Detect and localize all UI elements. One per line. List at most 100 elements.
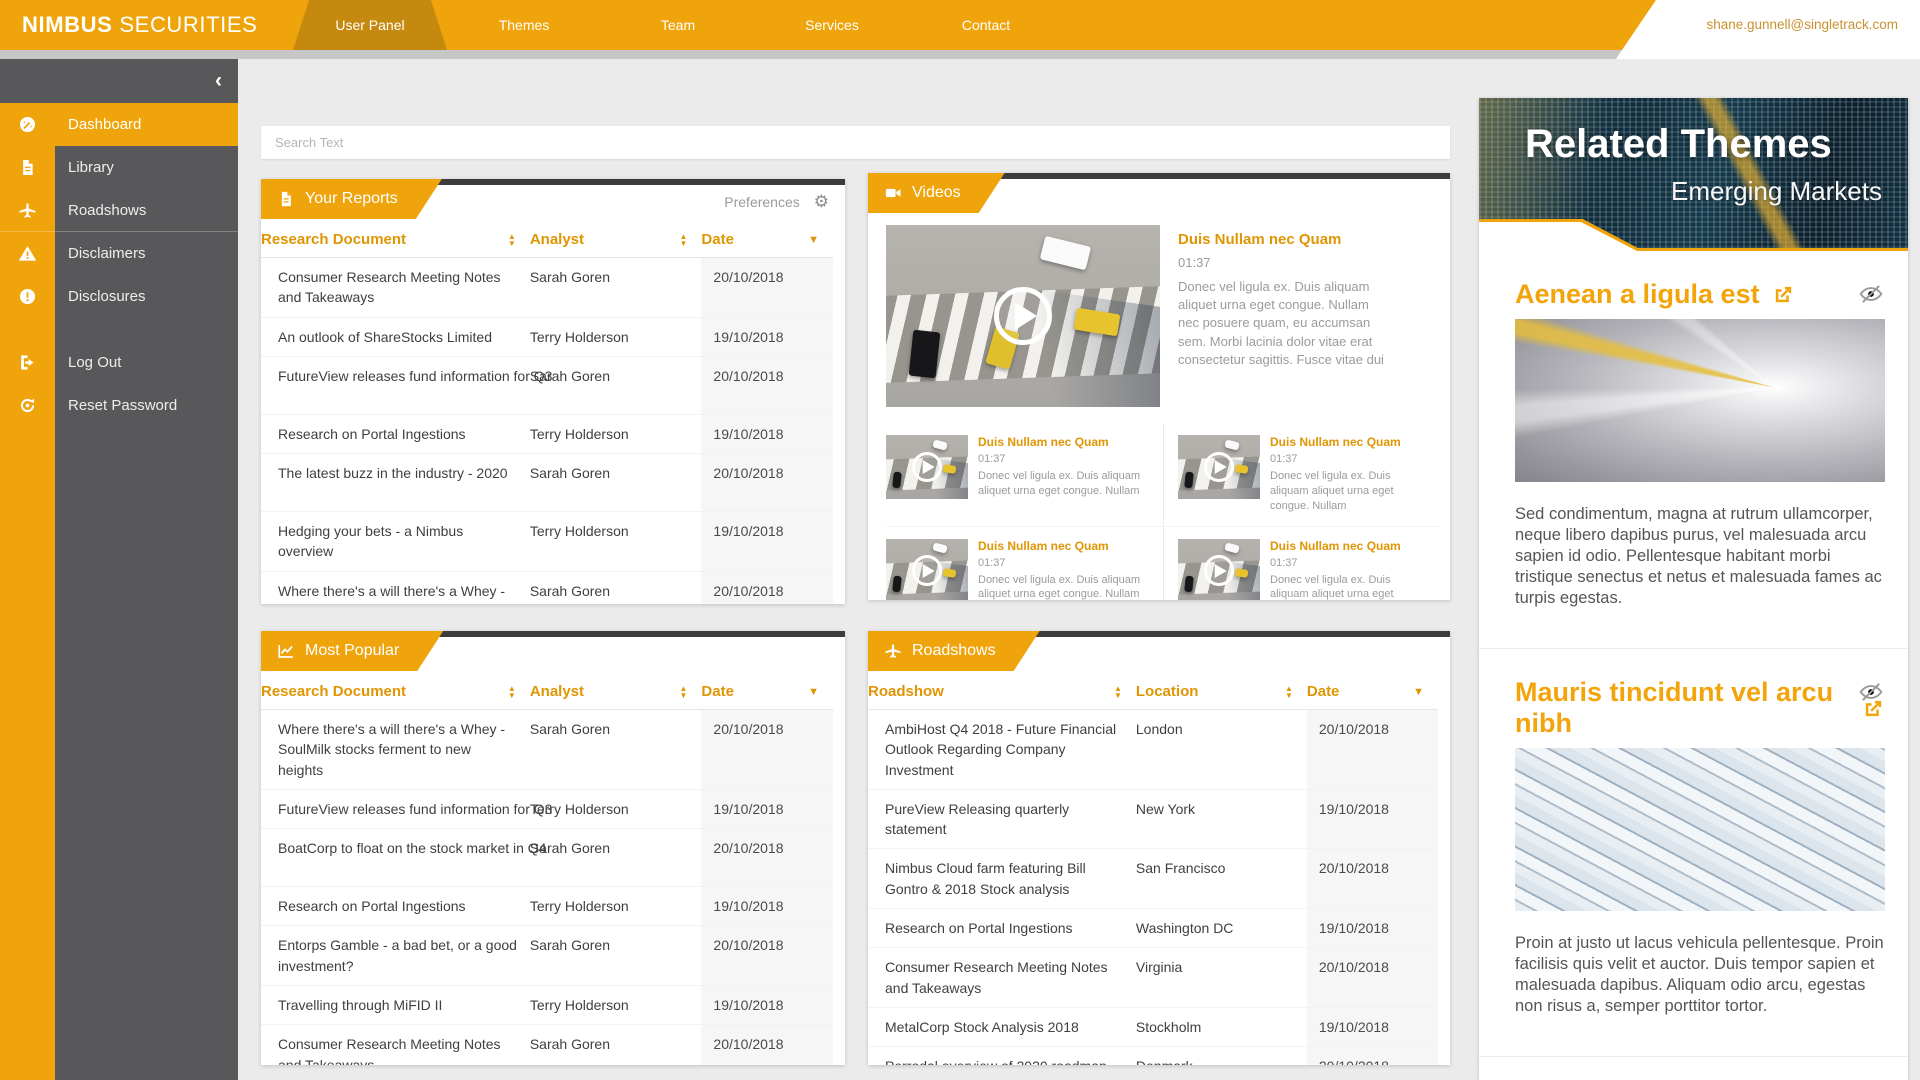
preferences-button[interactable]: Preferences ⚙ [724,192,829,212]
caret-down-icon[interactable]: ▼ [808,234,819,246]
nav-item[interactable]: Contact [909,0,1063,50]
video-title[interactable]: Duis Nullam nec Quam [1178,231,1392,248]
caret-down-icon[interactable]: ▼ [808,686,819,698]
sidebar-item[interactable]: Roadshows [0,189,238,232]
sidebar-item-label: Dashboard [55,116,141,133]
report-title: Entorps Gamble - a bad bet, or a good in… [261,926,530,985]
report-analyst: Sarah Goren [530,710,702,789]
report-date: 19/10/2018 [701,512,833,571]
eye-slash-icon[interactable] [1858,281,1884,312]
table-row[interactable]: Consumer Research Meeting Notes and Take… [261,258,833,318]
play-button-icon[interactable] [1204,555,1235,586]
table-row[interactable]: FutureView releases fund information for… [261,357,833,415]
video-list-item[interactable]: Duis Nullam nec Quam 01:37 Donec vel lig… [886,423,1163,526]
sort-icon[interactable]: ▲▼ [1114,685,1122,699]
table-row[interactable]: Travelling through MiFID II Terry Holder… [261,986,833,1025]
roadshow-title: MetalCorp Stock Analysis 2018 [868,1008,1136,1046]
plane-icon [884,642,902,660]
video-thumbnail[interactable] [886,435,968,499]
table-row[interactable]: Research on Portal Ingestions Terry Hold… [261,415,833,454]
sidebar-item[interactable]: Dashboard [0,103,238,146]
brand-light: SECURITIES [119,12,257,38]
roadshow-date: 20/10/2018 [1307,849,1438,908]
sidebar-item[interactable]: Library [0,146,238,189]
table-row[interactable]: BoatCorp to float on the stock market in… [261,829,833,887]
table-row[interactable]: Consumer Research Meeting Notes and Take… [868,948,1438,1008]
city-hero-image [1479,98,1908,248]
table-row[interactable]: Research on Portal Ingestions Washington… [868,909,1438,948]
table-row[interactable]: Where there's a will there's a Whey - So… [261,710,833,790]
table-row[interactable]: Hedging your bets - a Nimbus overview Te… [261,512,833,572]
report-title: Research on Portal Ingestions [261,887,530,925]
sidebar-item[interactable]: Log Out [0,341,238,384]
table-row[interactable]: An outlook of ShareStocks Limited Terry … [261,318,833,357]
report-date: 20/10/2018 [701,258,833,317]
video-thumbnail[interactable] [1178,435,1260,499]
article-title[interactable]: Mauris tincidunt vel arcu nibh [1515,677,1885,739]
roadshow-location: Virginia [1136,948,1307,1007]
article-title[interactable]: Aenean a ligula est [1515,279,1885,310]
video-thumbnail[interactable] [886,225,1160,407]
sidebar-item[interactable]: Reset Password [0,384,238,427]
video-duration: 01:37 [978,557,1150,569]
table-row[interactable]: Research on Portal Ingestions Terry Hold… [261,887,833,926]
video-list-item[interactable]: Duis Nullam nec Quam 01:37 Donec vel lig… [1163,526,1440,600]
video-title[interactable]: Duis Nullam nec Quam [1270,435,1432,449]
play-button-icon[interactable] [994,287,1052,345]
roadshows-tab: Roadshows [868,631,1040,671]
video-title[interactable]: Duis Nullam nec Quam [1270,539,1432,553]
nav-item[interactable]: Services [755,0,909,50]
table-row[interactable]: Where there's a will there's a Whey - So… [261,572,833,604]
video-thumbnail[interactable] [1178,539,1260,600]
table-row[interactable]: AmbiHost Q4 2018 - Future Financial Outl… [868,710,1438,790]
video-title[interactable]: Duis Nullam nec Quam [978,435,1150,449]
theme-article: Vestibulum ante ipsum primis [1479,1057,1908,1080]
table-row[interactable]: Nimbus Cloud farm featuring Bill Gontro … [868,849,1438,909]
video-title[interactable]: Duis Nullam nec Quam [978,539,1150,553]
search-input[interactable] [261,126,1450,159]
sidebar-item[interactable]: Disclaimers [0,232,238,275]
chart-line-icon [277,642,295,660]
sort-icon[interactable]: ▲▼ [508,233,516,247]
user-email[interactable]: shane.gunnell@singletrack.com [1706,0,1898,50]
eye-slash-icon[interactable] [1858,679,1884,710]
sort-icon[interactable]: ▲▼ [508,685,516,699]
roadshow-title: Nimbus Cloud farm featuring Bill Gontro … [868,849,1136,908]
sidebar-menu: Dashboard Library Roadshows Disc [0,103,238,427]
sort-icon[interactable]: ▲▼ [680,685,688,699]
brand-bold: NIMBUS [22,12,112,38]
video-list: Duis Nullam nec Quam 01:37 Donec vel lig… [886,423,1440,600]
table-row[interactable]: PureView Releasing quarterly statement N… [868,790,1438,850]
gear-icon[interactable]: ⚙ [814,192,829,212]
roadshow-date: 19/10/2018 [1307,1008,1438,1046]
external-link-icon[interactable] [1772,283,1795,306]
report-analyst: Sarah Goren [530,829,702,886]
sidebar-item[interactable]: Disclosures [0,275,238,318]
sort-icon[interactable]: ▲▼ [680,233,688,247]
sidebar-item-label: Disclosures [55,288,146,305]
report-date: 20/10/2018 [701,454,833,511]
report-title: Where there's a will there's a Whey - So… [261,710,530,789]
play-button-icon[interactable] [912,555,943,586]
table-row[interactable]: The latest buzz in the industry - 2020 S… [261,454,833,512]
video-thumbnail[interactable] [886,539,968,600]
video-camera-icon [884,184,902,202]
related-themes-subtitle: Emerging Markets [1671,176,1882,207]
video-list-item[interactable]: Duis Nullam nec Quam 01:37 Donec vel lig… [886,526,1163,600]
sidebar-item-icon [0,353,55,372]
nav-item[interactable]: Team [601,0,755,50]
sidebar-item-icon [0,115,55,134]
table-row[interactable]: Entorps Gamble - a bad bet, or a good in… [261,926,833,986]
report-analyst: Terry Holderson [530,986,702,1024]
table-row[interactable]: Perrodal overview of 2020 roadmap. all s… [868,1047,1438,1065]
caret-down-icon[interactable]: ▼ [1413,686,1424,698]
video-list-item[interactable]: Duis Nullam nec Quam 01:37 Donec vel lig… [1163,423,1440,526]
nav-item[interactable]: User Panel [293,0,447,50]
table-row[interactable]: MetalCorp Stock Analysis 2018 Stockholm … [868,1008,1438,1047]
sort-icon[interactable]: ▲▼ [1285,685,1293,699]
video-duration: 01:37 [1178,255,1392,270]
nav-item[interactable]: Themes [447,0,601,50]
sidebar-collapse-button[interactable]: ‹ [215,67,222,95]
table-row[interactable]: FutureView releases fund information for… [261,790,833,829]
table-row[interactable]: Consumer Research Meeting Notes and Take… [261,1025,833,1065]
